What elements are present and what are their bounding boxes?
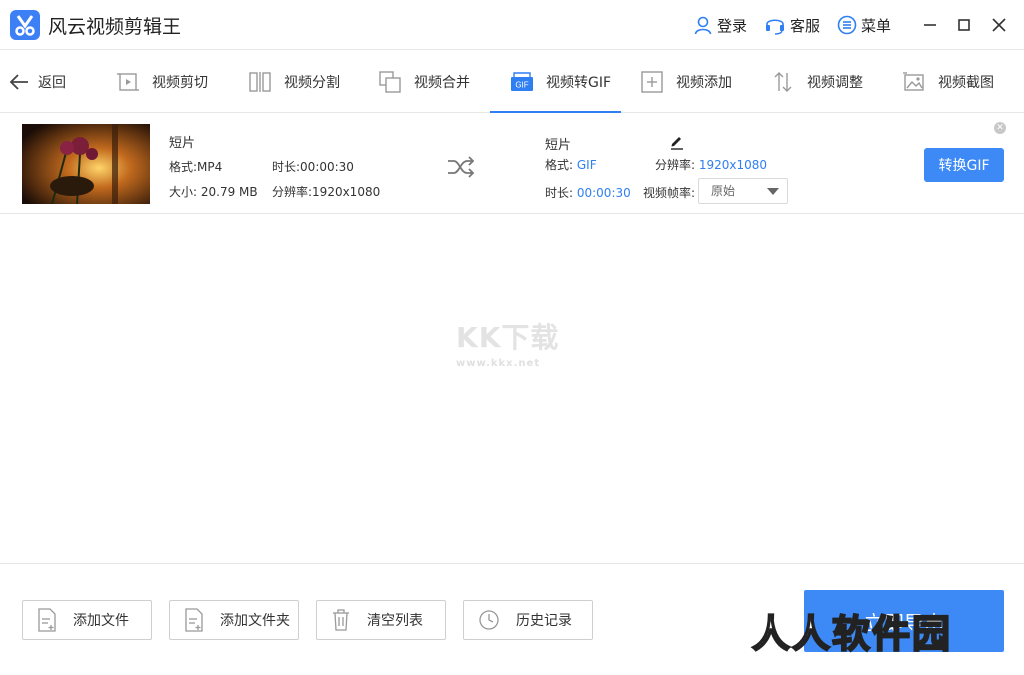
tab-label: 视频截图	[938, 75, 994, 91]
tab-label: 视频调整	[807, 75, 863, 91]
output-file-name: 短片	[545, 138, 572, 153]
clear-list-label: 清空列表	[367, 613, 423, 629]
framerate-select[interactable]: 原始	[698, 178, 788, 204]
output-duration-value: 00:00:30	[576, 186, 631, 200]
tab-video-to-gif[interactable]: GIF 视频转GIF	[510, 68, 611, 96]
source-format: 格式:MP4	[169, 160, 223, 174]
video-merge-icon	[379, 71, 401, 93]
user-icon	[694, 16, 712, 35]
history-button[interactable]: 历史记录	[463, 600, 593, 640]
output-format: 格式: GIF	[545, 156, 597, 173]
watermark-url: www.kkx.net	[456, 358, 541, 369]
framerate-label: 视频帧率:	[643, 186, 696, 200]
source-resolution: 分辨率:1920x1080	[272, 185, 381, 199]
tab-label: 视频分割	[284, 75, 340, 91]
output-resolution-key: 分辨率:	[655, 158, 699, 172]
add-folder-label: 添加文件夹	[220, 613, 290, 629]
service-button[interactable]: 客服	[764, 14, 820, 36]
minimize-button[interactable]	[919, 14, 941, 36]
function-toolbar: 返回 视频剪切 视频分割 视频合并 GIF 视频转GIF 视频添加 视频调整 视…	[0, 50, 1024, 113]
edit-name-button[interactable]	[668, 132, 686, 154]
output-format-key: 格式:	[545, 158, 577, 172]
video-adjust-icon	[774, 72, 792, 92]
clock-icon	[479, 610, 499, 630]
back-label: 返回	[38, 75, 66, 91]
tab-label: 视频剪切	[152, 75, 208, 91]
tab-video-add[interactable]: 视频添加	[640, 68, 732, 96]
gif-icon: GIF	[511, 72, 533, 91]
watermark-kkx: KK下载 www.kkx.net	[456, 316, 576, 369]
active-tab-indicator	[490, 111, 621, 113]
login-button[interactable]: 登录	[693, 14, 747, 36]
convert-gif-button[interactable]: 转换GIF	[924, 148, 1004, 182]
tab-video-merge[interactable]: 视频合并	[378, 68, 470, 96]
source-file-name: 短片	[169, 136, 196, 151]
close-button[interactable]	[988, 14, 1010, 36]
framerate-value: 原始	[711, 184, 736, 198]
menu-icon	[837, 15, 857, 35]
service-label: 客服	[790, 16, 821, 35]
minimize-icon	[924, 24, 936, 26]
watermark-renren: 人人软件园	[751, 611, 953, 657]
remove-file-button[interactable]: ✕	[994, 122, 1006, 134]
maximize-icon	[958, 19, 970, 31]
chevron-down-icon	[767, 188, 779, 195]
source-duration: 时长:00:00:30	[272, 160, 354, 174]
trash-icon	[333, 609, 349, 631]
file-list-row[interactable]: 短片 格式:MP4 时长:00:00:30 大小: 20.79 MB 分辨率:1…	[0, 114, 1024, 214]
watermark-title: KK下载	[456, 321, 560, 354]
arrow-left-icon	[9, 74, 28, 90]
tab-video-screenshot[interactable]: 视频截图	[902, 68, 994, 96]
headset-icon	[766, 19, 784, 35]
svg-text:GIF: GIF	[515, 81, 528, 90]
tab-label: 视频合并	[414, 75, 470, 91]
clear-list-button[interactable]: 清空列表	[316, 600, 446, 640]
history-label: 历史记录	[516, 613, 572, 629]
tab-video-cut[interactable]: 视频剪切	[116, 68, 208, 96]
maximize-button[interactable]	[953, 14, 975, 36]
app-title: 风云视频剪辑王	[48, 16, 182, 38]
shuffle-icon	[447, 156, 475, 182]
output-duration: 时长: 00:00:30	[545, 184, 631, 201]
login-label: 登录	[717, 16, 748, 35]
tab-label: 视频添加	[676, 75, 732, 91]
tab-video-adjust[interactable]: 视频调整	[771, 68, 863, 96]
menu-label: 菜单	[861, 16, 892, 35]
output-duration-key: 时长:	[545, 186, 577, 200]
pencil-icon	[671, 137, 683, 150]
back-button[interactable]: 返回	[8, 72, 66, 92]
tab-label: 视频转GIF	[546, 75, 612, 91]
output-resolution-value: 1920x1080	[698, 158, 768, 172]
tab-video-split[interactable]: 视频分割	[248, 68, 340, 96]
video-cut-icon	[117, 73, 139, 91]
screenshot-icon	[903, 72, 924, 91]
add-file-icon	[38, 608, 56, 632]
output-resolution: 分辨率: 1920x1080	[655, 156, 767, 173]
video-thumbnail	[22, 124, 150, 204]
add-folder-icon	[185, 608, 203, 632]
close-icon: ✕	[996, 123, 1004, 133]
add-folder-button[interactable]: 添加文件夹	[169, 600, 299, 640]
output-format-value: GIF	[576, 158, 597, 172]
add-file-button[interactable]: 添加文件	[22, 600, 152, 640]
source-size: 大小: 20.79 MB	[169, 185, 258, 199]
close-icon	[992, 18, 1006, 32]
menu-button[interactable]: 菜单	[837, 14, 891, 36]
video-add-icon	[641, 71, 663, 93]
video-split-icon	[249, 72, 271, 92]
app-logo-icon	[10, 10, 40, 40]
title-bar: 风云视频剪辑王 登录 客服 菜单	[0, 0, 1024, 50]
add-file-label: 添加文件	[73, 613, 129, 629]
